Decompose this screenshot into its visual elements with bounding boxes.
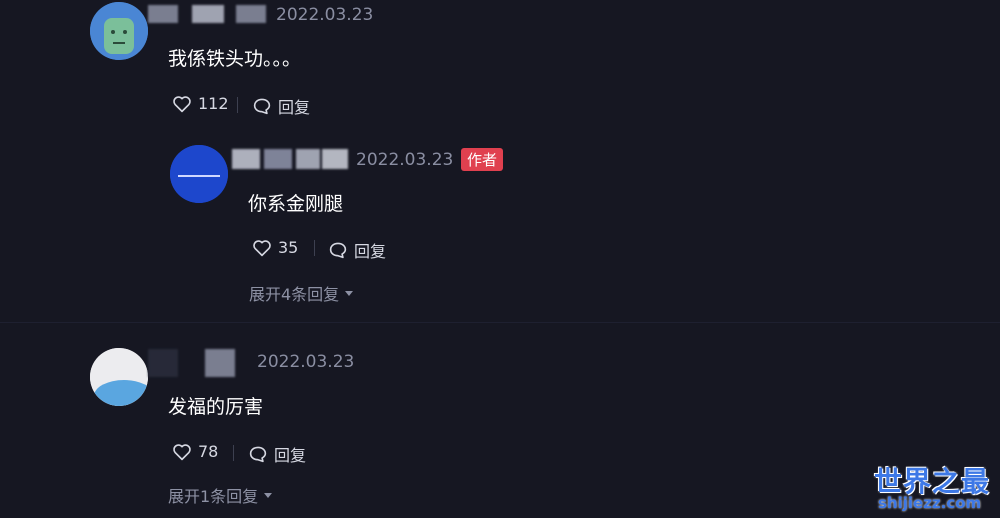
avatar[interactable] xyxy=(90,2,148,60)
username-redacted xyxy=(192,5,224,23)
reply-button[interactable]: 回复 xyxy=(328,238,386,262)
expand-replies-label: 展开1条回复 xyxy=(168,487,259,506)
username-redacted xyxy=(236,5,266,23)
expand-replies-button[interactable]: 展开4条回复 xyxy=(249,281,354,305)
username-redacted xyxy=(148,349,178,377)
watermark-url: shijiezz.com xyxy=(878,494,982,512)
like-count: 112 xyxy=(198,94,229,113)
comment-divider xyxy=(0,322,1000,323)
like-button[interactable]: 78 xyxy=(172,442,218,461)
username-redacted xyxy=(148,5,178,23)
reply-label: 回复 xyxy=(278,98,311,117)
like-count: 78 xyxy=(198,442,219,461)
reply-text: 你系金刚腿 xyxy=(248,193,344,215)
comment-text: 发福的厉害 xyxy=(168,396,264,418)
reply-date: 2022.03.23 xyxy=(356,150,454,170)
avatar-cloud-icon xyxy=(90,348,148,406)
comment-date: 2022.03.23 xyxy=(276,5,374,25)
caret-down-icon xyxy=(264,492,273,498)
like-button[interactable]: 112 xyxy=(172,94,229,113)
expand-replies-label: 展开4条回复 xyxy=(249,285,340,304)
like-count: 35 xyxy=(278,238,299,257)
reply-label: 回复 xyxy=(274,446,307,465)
divider xyxy=(314,240,315,256)
comment-bubble-icon xyxy=(329,242,347,259)
reply-button[interactable]: 回复 xyxy=(248,442,306,466)
caret-down-icon xyxy=(345,290,354,296)
reply-label: 回复 xyxy=(354,242,387,261)
avatar[interactable] xyxy=(90,348,148,406)
comment-date: 2022.03.23 xyxy=(257,352,355,372)
username-redacted xyxy=(205,349,235,377)
username-redacted xyxy=(322,149,348,169)
username-redacted xyxy=(232,149,260,169)
heart-icon xyxy=(173,443,191,460)
comment-bubble-icon xyxy=(249,446,267,463)
expand-replies-button[interactable]: 展开1条回复 xyxy=(168,483,273,507)
reply-button[interactable]: 回复 xyxy=(252,94,310,118)
heart-icon xyxy=(173,95,191,112)
like-button[interactable]: 35 xyxy=(252,238,298,257)
heart-icon xyxy=(253,239,271,256)
username-redacted xyxy=(296,149,320,169)
username-redacted xyxy=(264,149,292,169)
avatar-face-icon xyxy=(90,2,148,60)
divider xyxy=(233,445,234,461)
author-badge: 作者 xyxy=(461,148,504,171)
divider xyxy=(237,97,238,113)
comment-text: 我係铁头功。。。 xyxy=(168,48,302,70)
avatar-logo-icon xyxy=(170,145,228,203)
avatar[interactable] xyxy=(170,145,228,203)
comment-bubble-icon xyxy=(253,98,271,115)
